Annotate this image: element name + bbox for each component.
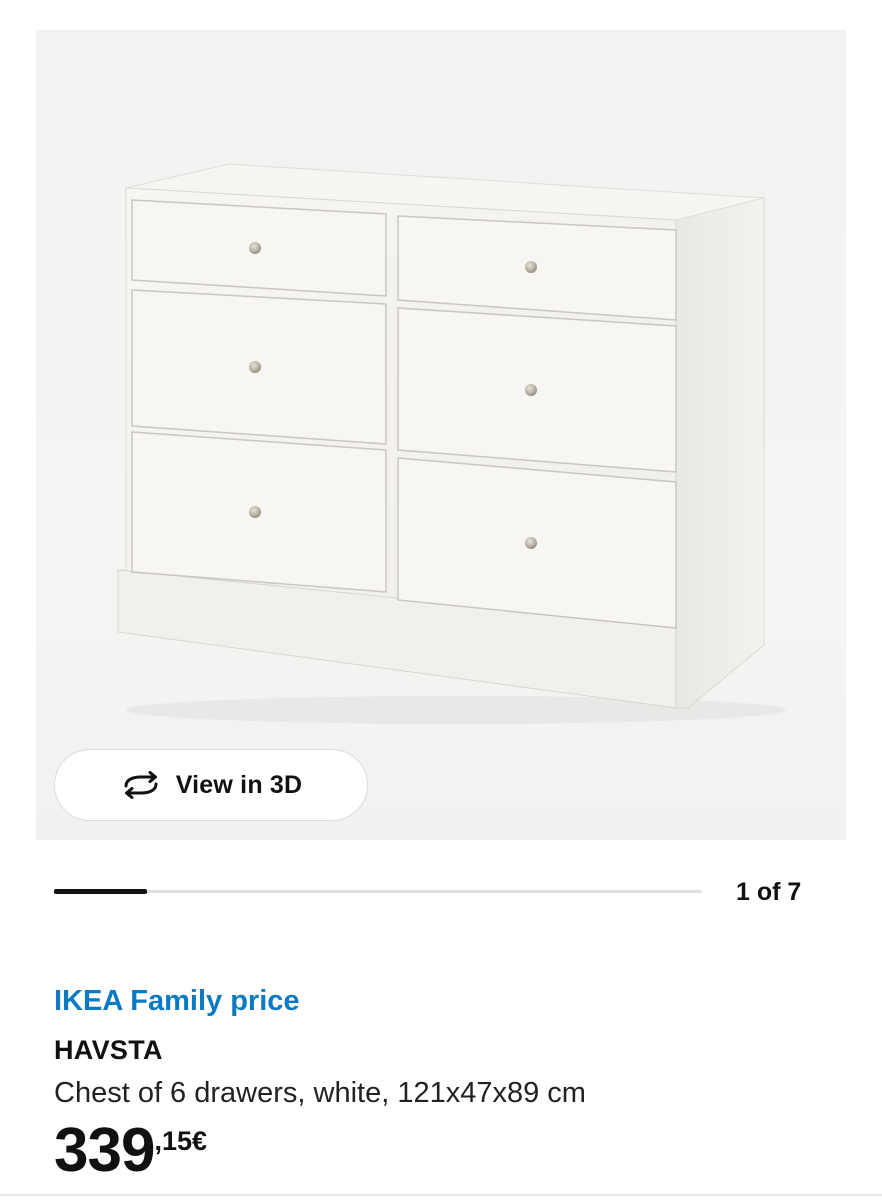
price-currency: € xyxy=(192,1126,208,1156)
product-description: Chest of 6 drawers, white, 121x47x89 cm xyxy=(54,1077,586,1109)
image-carousel-progress[interactable] xyxy=(54,889,702,894)
product-price: 339 ,15 € xyxy=(54,1116,207,1186)
image-counter: 1 of 7 xyxy=(736,878,802,906)
family-price-label: IKEA Family price xyxy=(54,985,300,1017)
view-in-3d-label: View in 3D xyxy=(175,770,303,799)
price-decimal: ,15 xyxy=(154,1126,192,1156)
divider xyxy=(0,1194,882,1196)
view-in-3d-button[interactable]: View in 3D xyxy=(54,749,368,821)
chest-of-drawers-image xyxy=(117,163,786,724)
progress-fill xyxy=(54,889,147,894)
product-image[interactable]: View in 3D xyxy=(36,30,846,840)
price-integer: 339 xyxy=(54,1116,155,1185)
progress-track xyxy=(54,890,702,893)
rotate-3d-icon xyxy=(124,771,158,799)
product-name: HAVSTA xyxy=(54,1035,163,1065)
